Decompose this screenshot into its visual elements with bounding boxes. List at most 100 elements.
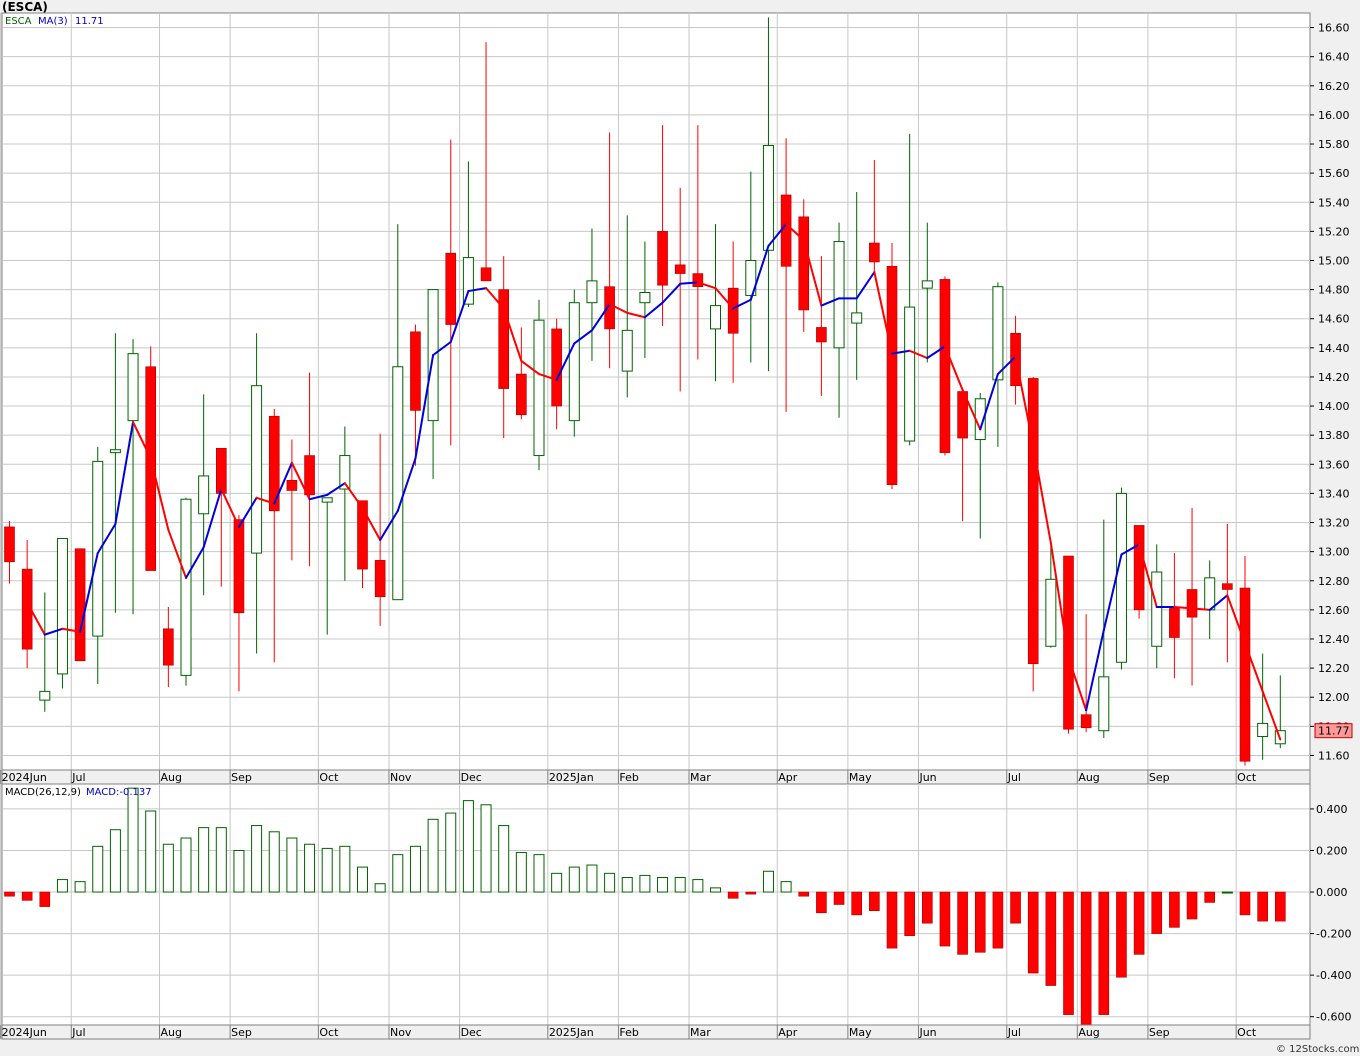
candle-body-up	[198, 475, 210, 515]
time-tick-label: May	[849, 771, 872, 784]
time-tick-label: Sep	[231, 771, 252, 784]
macd-panel	[1, 783, 1311, 1026]
time-tick-label: 2025Jan	[549, 771, 594, 784]
time-tick-label: Nov	[390, 771, 412, 784]
macd-bar-positive	[56, 879, 68, 893]
price-tick-label: 12.80	[1318, 575, 1350, 588]
candle-body-up	[1204, 577, 1216, 611]
last-price-tag: 11.77	[1314, 723, 1353, 739]
legend-ma-label: MA(3)	[38, 16, 68, 27]
candle-body-down	[692, 273, 704, 287]
macd-bar-negative	[1045, 891, 1057, 986]
candle-body-up	[833, 241, 845, 349]
price-tick-label: 15.80	[1318, 138, 1350, 151]
candle-body-up	[392, 366, 404, 601]
macd-bar-negative	[921, 891, 933, 924]
candle-body-down	[939, 279, 951, 453]
candle-body-up	[904, 306, 916, 442]
time-tick-label: Oct	[1237, 771, 1257, 784]
price-tick-label: 12.60	[1318, 604, 1350, 617]
macd-tick-label: -0.600	[1316, 1011, 1351, 1024]
macd-bar-positive	[657, 876, 669, 893]
time-tick-label: Mar	[690, 1026, 711, 1039]
macd-bar-negative	[1257, 891, 1268, 922]
legend-ma-value: 11.71	[75, 16, 104, 27]
macd-bar-negative	[1133, 891, 1145, 955]
candle-body-up	[1098, 676, 1110, 732]
time-tick-label: Mar	[690, 771, 711, 784]
price-tick-label: 14.60	[1318, 313, 1350, 326]
candle-body-down	[1027, 378, 1039, 665]
macd-bar-negative	[1151, 891, 1163, 934]
time-tick-label: Jul	[71, 1026, 85, 1039]
macd-bar-positive	[445, 812, 457, 893]
macd-tick-label: -0.400	[1316, 969, 1351, 982]
candle-body-up	[992, 286, 1004, 381]
candle-body-down	[374, 560, 386, 598]
price-tick-label: 11.60	[1318, 749, 1350, 762]
candle-body-down	[674, 264, 686, 274]
price-tick-label: 13.00	[1318, 546, 1350, 559]
price-tick-label: 13.60	[1318, 458, 1350, 471]
macd-bar-positive	[1221, 891, 1233, 894]
macd-bar-positive	[480, 804, 492, 893]
candle-body-down	[445, 252, 457, 325]
macd-bar-positive	[674, 876, 686, 893]
macd-bar-positive	[304, 843, 316, 893]
price-tick-label: 16.00	[1318, 109, 1350, 122]
price-tick-label: 12.40	[1318, 633, 1350, 646]
macd-bar-positive	[515, 852, 527, 893]
macd-bar-positive	[251, 825, 263, 893]
time-tick-label: Nov	[390, 1026, 412, 1039]
candle-body-down	[1169, 608, 1180, 638]
macd-bar-positive	[710, 887, 721, 893]
candle-body-down	[1133, 525, 1145, 611]
macd-bar-positive	[92, 845, 104, 893]
macd-bar-positive	[286, 837, 298, 893]
time-tick-label: Jun	[918, 771, 936, 784]
candle-body-up	[568, 302, 580, 422]
price-tick-label: 14.80	[1318, 284, 1350, 297]
candle-body-down	[1239, 587, 1251, 762]
candle-body-up	[109, 449, 121, 454]
macd-bar-positive	[109, 829, 121, 893]
candle-body-down	[233, 519, 245, 614]
candle-body-down	[657, 231, 668, 286]
candle-body-down	[869, 242, 880, 263]
macd-bar-negative	[1098, 891, 1110, 1015]
macd-bar-positive	[357, 866, 368, 893]
candle-body-down	[216, 447, 227, 494]
macd-bar-negative	[1116, 891, 1127, 978]
time-tick-label: 2024Jun	[2, 1026, 47, 1039]
macd-bar-positive	[198, 827, 210, 893]
time-tick-label: Aug	[1078, 1026, 1099, 1039]
macd-bar-negative	[798, 891, 810, 897]
macd-bar-negative	[974, 891, 986, 953]
candle-body-down	[163, 628, 174, 666]
time-tick-label: Dec	[461, 1026, 482, 1039]
macd-bar-positive	[762, 870, 774, 893]
macd-bar-positive	[162, 843, 174, 893]
candle-body-up	[1257, 722, 1269, 738]
price-tick-label: 15.20	[1318, 225, 1350, 238]
time-axis-strip-bottom	[1, 1024, 1311, 1040]
macd-bar-negative	[21, 891, 33, 901]
macd-bar-positive	[339, 845, 351, 893]
time-tick-label: Oct	[319, 1026, 339, 1039]
macd-bar-negative	[4, 891, 15, 897]
macd-bar-positive	[780, 881, 792, 893]
macd-bar-negative	[1169, 891, 1180, 928]
price-panel	[1, 12, 1311, 771]
time-tick-label: Aug	[161, 1026, 182, 1039]
candle-body-up	[127, 353, 139, 422]
chart-title: (ESCA)	[2, 0, 48, 14]
macd-bar-positive	[551, 872, 563, 893]
macd-bar-positive	[639, 874, 651, 893]
price-tick-label: 14.00	[1318, 400, 1350, 413]
macd-bar-positive	[233, 849, 245, 893]
price-tick-label: 12.20	[1318, 662, 1350, 675]
last-price-text: 11.77	[1318, 725, 1350, 738]
time-tick-label: Sep	[1149, 1026, 1170, 1039]
time-tick-label: Jul	[71, 771, 85, 784]
macd-bar-positive	[621, 876, 633, 893]
